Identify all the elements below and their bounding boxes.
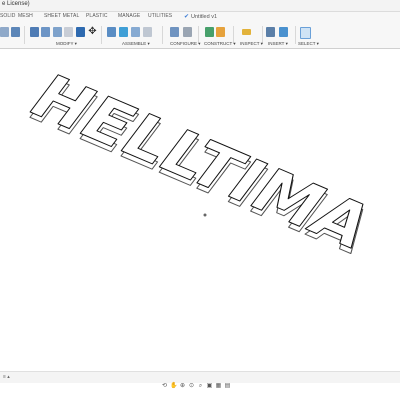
move-icon[interactable]: ✥ — [88, 27, 97, 37]
separator — [101, 26, 102, 44]
joint-icon[interactable] — [119, 27, 128, 37]
model-canvas[interactable]: HELLTIMA HELLTIMA — [0, 49, 400, 371]
tab-mesh[interactable]: MESH — [18, 13, 33, 19]
group-construct[interactable]: CONSTRUCT ▾ — [204, 41, 236, 47]
tab-manage[interactable]: MANAGE — [118, 13, 140, 19]
status-left[interactable]: ≡ ▴ — [3, 374, 10, 380]
chamfer-icon[interactable] — [30, 27, 39, 37]
title-bar: e License) — [0, 0, 400, 12]
split-icon[interactable] — [64, 27, 73, 37]
window-title: e License) — [2, 1, 30, 7]
axis-icon[interactable] — [216, 27, 225, 37]
rigid-group-icon[interactable] — [143, 27, 152, 37]
separator — [162, 26, 163, 44]
nav-controls: ⟲ ✋ ⊕ ⊙ ⌕ ▣ ▦ ▤ — [161, 374, 233, 389]
select-icon[interactable] — [300, 27, 311, 39]
display-settings-icon[interactable]: ▣ — [206, 383, 213, 390]
parameters-icon[interactable] — [170, 27, 179, 37]
group-insert[interactable]: INSERT ▾ — [268, 41, 288, 47]
group-select[interactable]: SELECT ▾ — [298, 41, 319, 47]
orbit-icon[interactable]: ⟲ — [161, 383, 168, 390]
zoom-window-icon[interactable]: ⌕ — [197, 383, 204, 390]
tab-sheet-metal[interactable]: SHEET METAL — [44, 13, 79, 19]
offset-plane-icon[interactable] — [205, 27, 214, 37]
press-pull-icon[interactable] — [0, 27, 9, 37]
pan-icon[interactable]: ✋ — [170, 383, 177, 390]
shell-icon[interactable] — [41, 27, 50, 37]
insert-image-icon[interactable] — [279, 27, 288, 37]
group-inspect[interactable]: INSPECT ▾ — [240, 41, 263, 47]
combine-icon[interactable] — [53, 27, 62, 37]
extruded-text-model: HELLTIMA HELLTIMA — [14, 62, 387, 266]
ribbon-toolbar: ✥ MODIFY ▾ ASSEMBLE ▾ CONFIGURE ▾ CONSTR… — [0, 22, 400, 49]
scale-icon[interactable] — [76, 27, 85, 37]
viewport-icon[interactable]: ▤ — [224, 383, 231, 390]
navigation-bar: ≡ ▴ ⟲ ✋ ⊕ ⊙ ⌕ ▣ ▦ ▤ — [0, 371, 400, 389]
origin-point — [203, 213, 207, 217]
group-configure[interactable]: CONFIGURE ▾ — [170, 41, 201, 47]
as-built-joint-icon[interactable] — [131, 27, 140, 37]
check-icon: ✔ — [184, 14, 190, 20]
tab-solid[interactable]: SOLID — [0, 13, 16, 19]
tab-plastic[interactable]: PLASTIC — [86, 13, 108, 19]
table-icon[interactable] — [183, 27, 192, 37]
separator — [295, 26, 296, 44]
fit-icon[interactable]: ⊙ — [188, 383, 195, 390]
grid-icon[interactable]: ▦ — [215, 383, 222, 390]
new-component-icon[interactable] — [107, 27, 116, 37]
separator — [24, 26, 25, 44]
tab-utilities[interactable]: UTILITIES — [148, 13, 172, 19]
model-text-face: HELLTIMA — [15, 63, 386, 261]
group-assemble[interactable]: ASSEMBLE ▾ — [122, 41, 150, 47]
insert-mesh-icon[interactable] — [266, 27, 275, 37]
document-name[interactable]: ✔ Untitled v1 — [184, 13, 217, 20]
group-modify[interactable]: MODIFY ▾ — [56, 41, 77, 47]
zoom-icon[interactable]: ⊕ — [179, 383, 186, 390]
fillet-icon[interactable] — [11, 27, 20, 37]
measure-icon[interactable] — [242, 29, 251, 35]
